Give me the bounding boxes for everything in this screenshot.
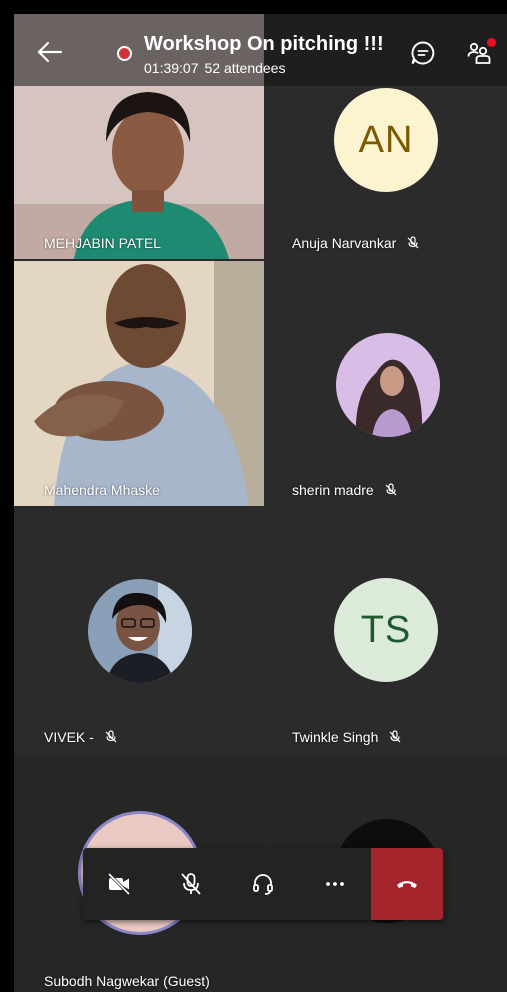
participant-tile-vivek[interactable]: VIVEK - — [14, 508, 264, 753]
recording-indicator-icon — [117, 46, 132, 61]
chat-icon[interactable] — [410, 40, 436, 66]
participant-name: VIVEK - — [44, 729, 118, 745]
more-options-button[interactable] — [299, 848, 371, 920]
mic-off-icon — [385, 483, 397, 496]
avatar — [88, 579, 192, 683]
audio-device-button[interactable] — [227, 848, 299, 920]
profile-photo — [336, 333, 440, 437]
participant-tile-mahendra[interactable]: Mahendra Mhaske — [14, 261, 264, 506]
participant-name: Twinkle Singh — [292, 729, 402, 745]
back-arrow-icon[interactable] — [36, 38, 64, 66]
mic-off-icon — [407, 236, 419, 249]
phone-hangup-icon — [397, 881, 417, 888]
participant-name: sherin madre — [292, 482, 398, 498]
mic-off-icon — [181, 873, 201, 895]
attendee-count: 52 attendees — [204, 60, 286, 76]
headset-icon — [253, 874, 273, 895]
camera-off-icon — [107, 872, 131, 896]
meeting-header: Workshop On pitching !!! 01:39:07 52 atte… — [14, 14, 507, 86]
participant-name: Anuja Narvankar — [292, 235, 420, 251]
notification-badge — [487, 38, 496, 47]
mic-off-button[interactable] — [155, 848, 227, 920]
avatar — [336, 333, 440, 437]
participant-tile-sherin[interactable]: sherin madre — [265, 261, 507, 506]
hang-up-button[interactable] — [371, 848, 443, 920]
meeting-meta: 01:39:07 52 attendees — [144, 60, 291, 76]
participant-name: Mahendra Mhaske — [44, 482, 160, 498]
profile-photo — [88, 579, 192, 683]
mic-off-icon — [389, 730, 401, 743]
participant-name: Subodh Nagwekar (Guest) — [44, 973, 210, 989]
mic-off-icon — [105, 730, 117, 743]
call-controls — [83, 848, 445, 920]
avatar: AN — [334, 88, 438, 192]
more-icon — [326, 882, 344, 886]
avatar: TS — [334, 578, 438, 682]
participant-tile-twinkle[interactable]: TS Twinkle Singh — [265, 508, 507, 753]
meeting-duration: 01:39:07 — [144, 60, 199, 76]
meeting-screen: Workshop On pitching !!! 01:39:07 52 atte… — [14, 14, 507, 992]
participant-name: MEHJABIN PATEL — [44, 235, 161, 251]
video-feed — [14, 261, 264, 506]
camera-off-button[interactable] — [83, 848, 155, 920]
meeting-title: Workshop On pitching !!! — [144, 33, 384, 55]
